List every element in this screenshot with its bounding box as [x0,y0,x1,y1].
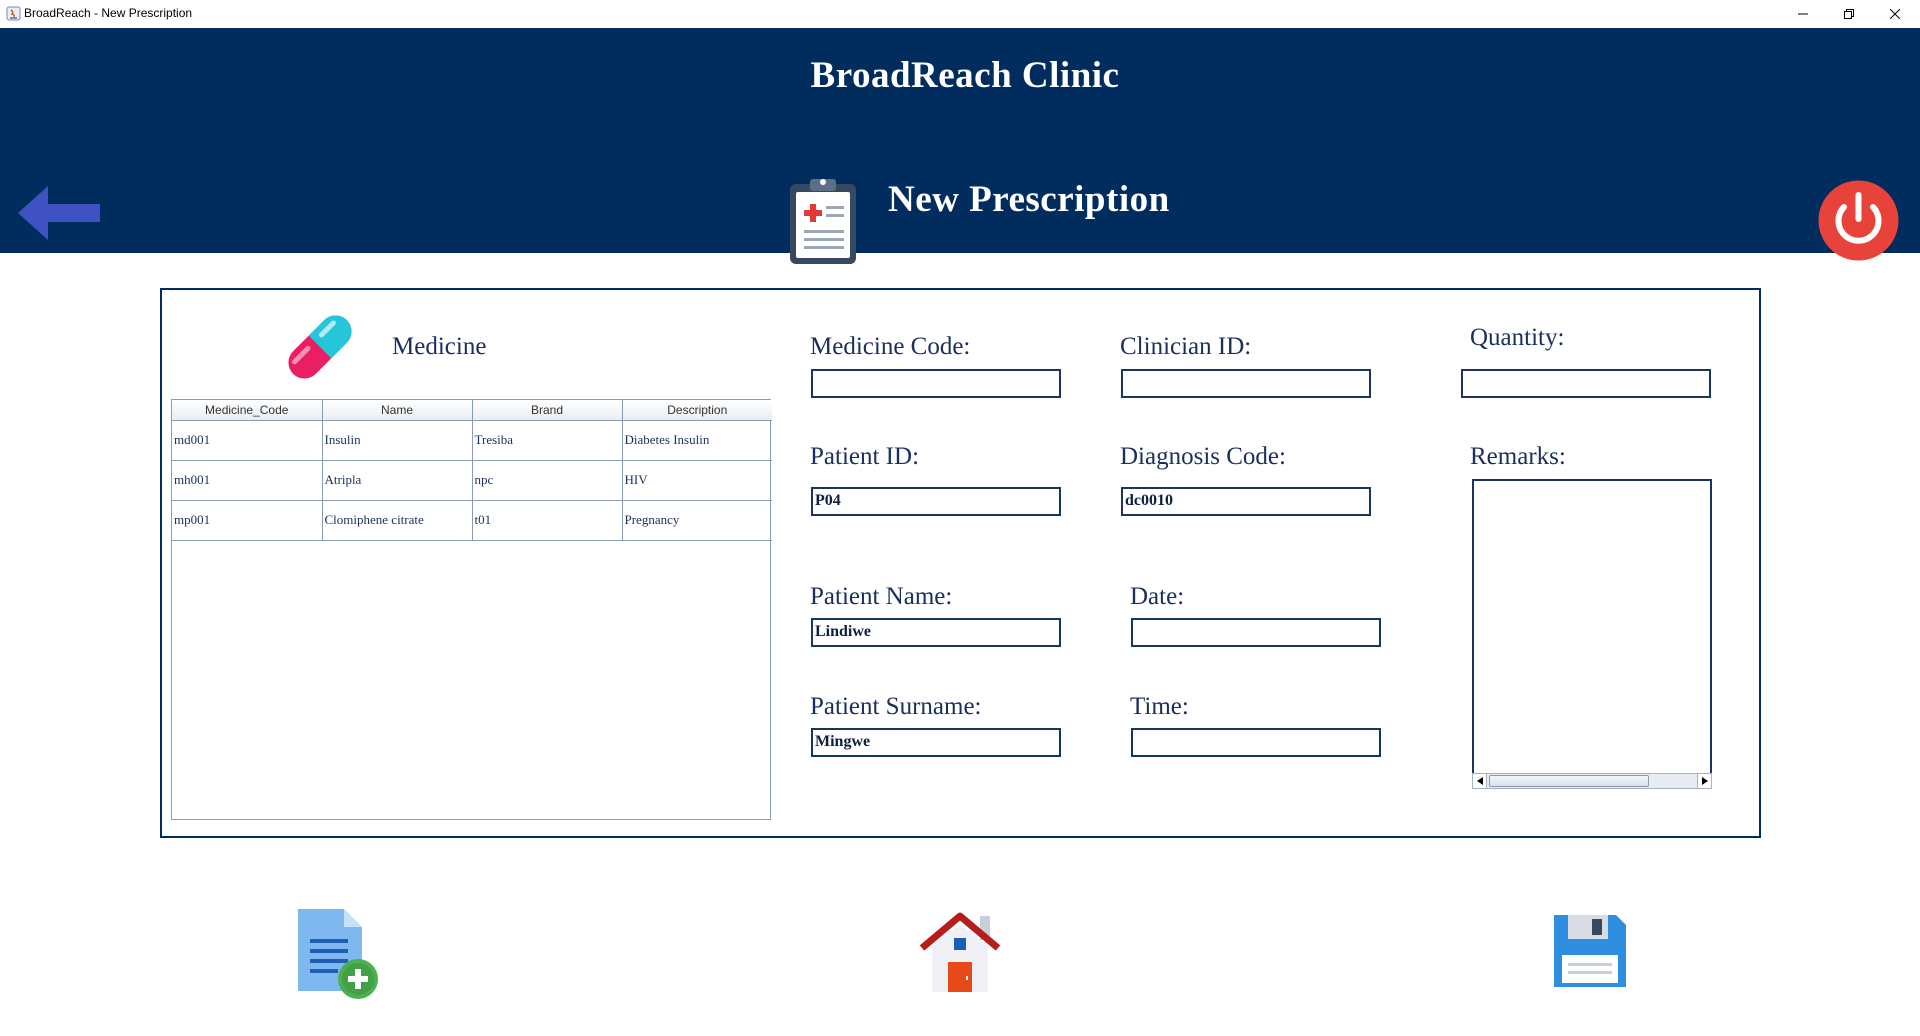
cell-description[interactable]: HIV [622,460,772,501]
floppy-disk-icon[interactable] [1552,913,1628,989]
cell-description[interactable]: Diabetes Insulin [622,420,772,461]
window-titlebar: BroadReach - New Prescription [0,0,1920,28]
cell-name[interactable]: Insulin [322,420,473,461]
medicine-code-field[interactable] [811,369,1061,398]
patient-id-field[interactable]: P04 [811,487,1061,516]
java-app-icon [6,6,21,21]
scroll-left-icon [1476,777,1483,785]
left-arrow-icon[interactable] [18,183,102,243]
time-field[interactable] [1131,728,1381,757]
column-header-brand[interactable]: Brand [471,400,623,421]
medicine-heading: Medicine [392,333,487,360]
table-row[interactable]: mp001 Clomiphene citrate t01 Pregnancy [172,500,772,541]
remarks-textarea[interactable] [1472,479,1712,787]
cell-name[interactable]: Clomiphene citrate [322,500,473,541]
medicine-code-label: Medicine Code: [810,333,971,360]
date-label: Date: [1130,583,1185,610]
quantity-label: Quantity: [1470,324,1565,351]
column-header-name[interactable]: Name [321,400,473,421]
power-icon[interactable] [1817,179,1900,262]
cell-description[interactable]: Pregnancy [622,500,772,541]
table-header-row: Medicine_Code Name Brand Description [172,400,772,421]
scroll-left-button[interactable] [1473,774,1487,788]
quantity-field[interactable] [1461,369,1711,398]
prescription-panel: Medicine Medicine_Code Name Brand Descri… [160,288,1761,838]
clinic-title: BroadReach Clinic [810,55,1120,96]
diagnosis-code-field[interactable]: dc0010 [1121,487,1371,516]
cell-brand[interactable]: npc [472,460,623,501]
column-header-medicine-code[interactable]: Medicine_Code [172,400,323,421]
patient-name-field[interactable]: Lindiwe [811,618,1061,647]
restore-button[interactable] [1826,0,1872,28]
page-title: New Prescription [888,179,1170,220]
home-icon[interactable] [920,910,1000,994]
restore-icon [1844,9,1854,19]
cell-medicine-code[interactable]: md001 [172,420,323,461]
table-row[interactable]: md001 Insulin Tresiba Diabetes Insulin [172,420,772,461]
close-button[interactable] [1872,0,1918,28]
add-document-icon[interactable] [296,907,380,1001]
medicine-table[interactable]: Medicine_Code Name Brand Description md0… [171,399,772,820]
patient-id-label: Patient ID: [810,443,920,470]
clinician-id-label: Clinician ID: [1120,333,1252,360]
patient-surname-field[interactable]: Mingwe [811,728,1061,757]
scroll-right-button[interactable] [1697,774,1711,788]
diagnosis-code-label: Diagnosis Code: [1120,443,1286,470]
cell-brand[interactable]: Tresiba [472,420,623,461]
cell-medicine-code[interactable]: mp001 [172,500,323,541]
scroll-right-icon [1701,777,1708,785]
time-label: Time: [1130,693,1189,720]
cell-medicine-code[interactable]: mh001 [172,460,323,501]
patient-name-label: Patient Name: [810,583,953,610]
patient-surname-label: Patient Surname: [810,693,982,720]
minimize-button[interactable] [1780,0,1826,28]
capsule-icon [288,315,352,379]
remarks-label: Remarks: [1470,443,1566,470]
scrollbar-thumb[interactable] [1489,775,1649,787]
cell-brand[interactable]: t01 [472,500,623,541]
minimize-icon [1798,13,1808,15]
medical-clipboard-icon [790,179,856,264]
close-icon [1890,9,1900,19]
table-row[interactable]: mh001 Atripla npc HIV [172,460,772,501]
cell-name[interactable]: Atripla [322,460,473,501]
header-banner: BroadReach Clinic New Prescription [0,28,1920,264]
remarks-horizontal-scrollbar[interactable] [1472,773,1712,789]
window-title: BroadReach - New Prescription [24,6,193,20]
clinician-id-field[interactable] [1121,369,1371,398]
date-field[interactable] [1131,618,1381,647]
column-header-description[interactable]: Description [621,400,772,421]
